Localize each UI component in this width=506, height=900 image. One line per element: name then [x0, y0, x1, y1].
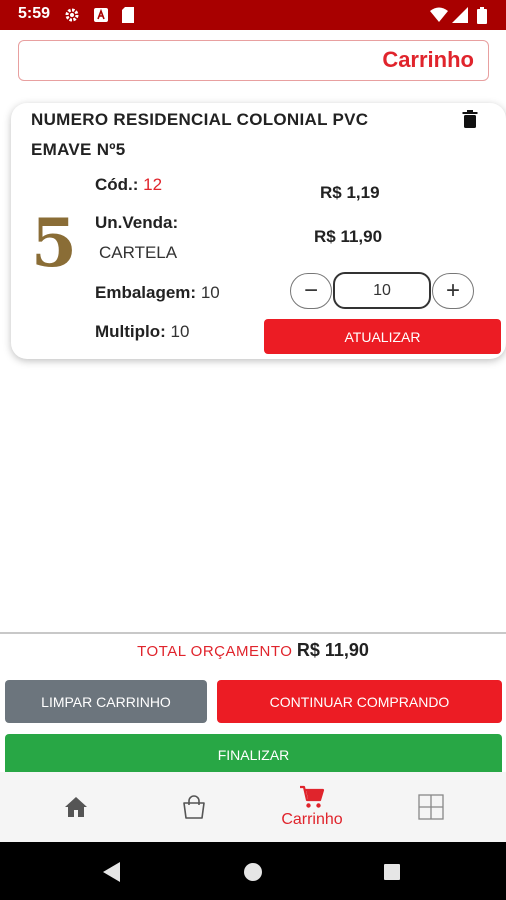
quantity-input[interactable]: [333, 272, 431, 309]
header-bar: Carrinho: [18, 40, 489, 81]
sd-card-icon: [120, 7, 136, 23]
packaging-label: Embalagem:: [95, 283, 197, 302]
nav-label-cart: Carrinho: [281, 811, 343, 828]
plus-icon: +: [445, 277, 460, 304]
total-value: R$ 11,90: [296, 640, 369, 660]
trash-icon[interactable]: [460, 109, 480, 129]
unit-label: Un.Venda:: [95, 213, 179, 232]
multiple-label: Multiplo:: [95, 322, 166, 341]
finish-button[interactable]: FINALIZAR: [5, 734, 502, 776]
status-time: 5:59: [18, 5, 51, 22]
grid-icon: [418, 794, 444, 820]
clear-cart-button[interactable]: LIMPAR CARRINHO: [5, 680, 207, 723]
nav-item-categories[interactable]: [403, 772, 459, 842]
cart-item-card: NUMERO RESIDENCIAL COLONIAL PVC EMAVE Nº…: [11, 103, 506, 359]
update-button[interactable]: ATUALIZAR: [264, 319, 501, 354]
page-title: Carrinho: [382, 47, 474, 72]
unit-value-field: CARTELA: [99, 243, 177, 263]
nav-item-shop[interactable]: [166, 772, 222, 842]
increase-quantity-button[interactable]: +: [432, 273, 474, 309]
status-bar: 5:59: [0, 0, 506, 30]
settings-icon: [64, 7, 80, 23]
item-total-price: R$ 11,90: [314, 227, 383, 246]
home-circle-icon[interactable]: [243, 862, 263, 882]
unit-label-field: Un.Venda:: [95, 213, 178, 233]
unit-price: R$ 1,19: [320, 183, 380, 202]
wifi-icon: [430, 7, 448, 23]
signal-icon: [452, 7, 468, 23]
battery-icon: [476, 6, 488, 24]
product-name: NUMERO RESIDENCIAL COLONIAL PVC EMAVE Nº…: [31, 110, 369, 159]
decrease-quantity-button[interactable]: −: [290, 273, 332, 309]
total-summary: TOTAL ORÇAMENTO R$ 11,90: [0, 640, 506, 661]
recents-icon[interactable]: [383, 863, 401, 881]
multiple-field: Multiplo: 10: [95, 322, 189, 342]
total-label: TOTAL ORÇAMENTO: [137, 643, 293, 660]
back-icon[interactable]: [100, 861, 122, 883]
minus-icon: −: [303, 277, 318, 304]
nav-item-home[interactable]: [48, 772, 104, 842]
product-image: 5: [31, 204, 77, 282]
cart-icon: [300, 785, 325, 808]
multiple-value: 10: [170, 322, 190, 341]
notification-a-icon: [93, 7, 109, 23]
nav-item-cart[interactable]: Carrinho: [263, 772, 361, 842]
code-value: 12: [143, 175, 163, 194]
packaging-field: Embalagem: 10: [95, 283, 220, 303]
product-code: Cód.: 12: [95, 175, 162, 195]
shopping-bag-icon: [183, 795, 205, 819]
divider: [0, 632, 506, 634]
unit-value: CARTELA: [99, 243, 178, 262]
system-navigation-bar: [0, 842, 506, 900]
continue-shopping-button[interactable]: CONTINUAR COMPRANDO: [217, 680, 502, 723]
home-icon: [65, 797, 87, 817]
packaging-value: 10: [200, 283, 220, 302]
code-label: Cód.:: [95, 175, 139, 194]
bottom-navigation: Carrinho: [0, 772, 506, 842]
